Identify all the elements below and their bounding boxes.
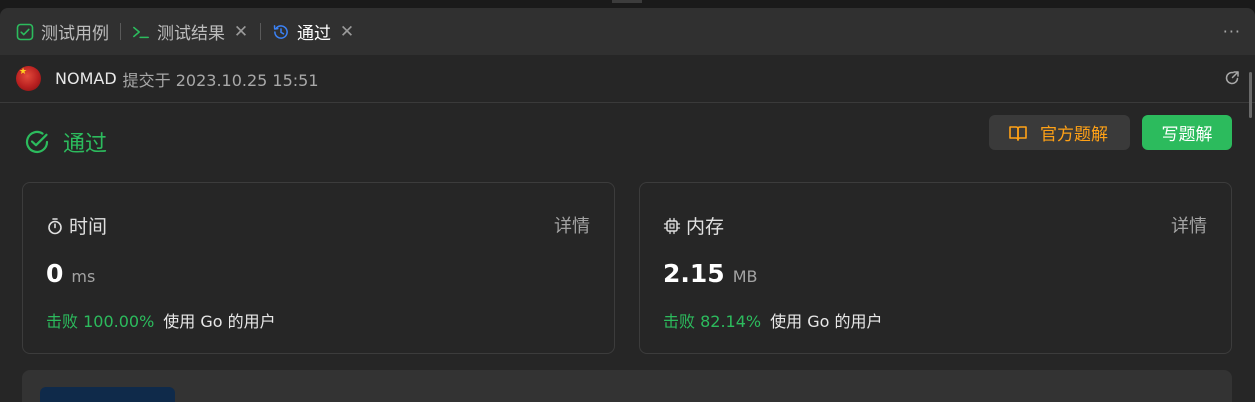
avatar[interactable] <box>16 66 41 91</box>
memory-card[interactable]: 内存 详情 2.15 MB 击败 82.14% 使用 Go 的用户 <box>639 182 1232 354</box>
runtime-card[interactable]: 时间 详情 0 ms 击败 100.00% 使用 Go 的用户 <box>22 182 615 354</box>
tab-label: 测试结果 <box>157 24 225 44</box>
code-section-card <box>22 370 1232 402</box>
runtime-title: 时间 <box>46 212 107 239</box>
terminal-icon <box>132 23 150 41</box>
memory-unit: MB <box>732 267 758 286</box>
submission-header: NOMAD 提交于 2023.10.25 15:51 <box>0 55 1255 103</box>
tab-separator <box>120 23 121 40</box>
close-icon[interactable]: ✕ <box>339 22 355 42</box>
tab-bar: 测试用例 测试结果 ✕ 通过 ✕ ··· <box>0 8 1255 55</box>
status-text: 通过 <box>63 132 108 157</box>
submission-time: 提交于 2023.10.25 15:51 <box>122 70 319 90</box>
tab-test-result[interactable]: 测试结果 ✕ <box>132 8 249 55</box>
chip-icon <box>663 217 681 235</box>
history-icon <box>272 23 290 41</box>
official-solution-button[interactable]: 官方题解 <box>989 115 1130 150</box>
tab-testcase[interactable]: 测试用例 <box>16 8 109 55</box>
checkbox-icon <box>16 23 34 41</box>
write-solution-label: 写题解 <box>1161 125 1213 145</box>
runtime-number: 0 <box>46 259 64 288</box>
memory-beat: 击败 82.14% 使用 Go 的用户 <box>663 308 882 332</box>
tab-separator <box>260 23 261 40</box>
runtime-detail-link[interactable]: 详情 <box>554 212 590 238</box>
scrollbar[interactable] <box>1249 72 1252 118</box>
memory-title: 内存 <box>663 212 724 239</box>
code-preview-thumbnail[interactable] <box>40 387 175 402</box>
tab-label: 测试用例 <box>41 24 109 44</box>
submission-user[interactable]: NOMAD <box>55 69 117 88</box>
external-link-icon[interactable] <box>1224 70 1240 86</box>
more-options-icon[interactable]: ··· <box>1223 22 1241 41</box>
runtime-value: 0 ms <box>46 259 95 288</box>
close-icon[interactable]: ✕ <box>233 22 249 42</box>
runtime-beat: 击败 100.00% 使用 Go 的用户 <box>46 308 276 332</box>
tab-accepted[interactable]: 通过 ✕ <box>272 8 355 55</box>
memory-value: 2.15 MB <box>663 259 757 288</box>
result-status: 通过 <box>24 126 107 158</box>
memory-detail-link[interactable]: 详情 <box>1171 212 1207 238</box>
check-circle-icon <box>24 129 50 155</box>
write-solution-button[interactable]: 写题解 <box>1142 115 1232 150</box>
memory-beat-percent: 击败 82.14% <box>663 312 762 331</box>
runtime-unit: ms <box>71 267 96 286</box>
runtime-beat-percent: 击败 100.00% <box>46 312 155 331</box>
runtime-beat-suffix: 使用 Go 的用户 <box>163 312 276 331</box>
memory-beat-suffix: 使用 Go 的用户 <box>770 312 883 331</box>
window-drag-handle <box>612 0 642 3</box>
tab-label: 通过 <box>297 24 331 44</box>
memory-number: 2.15 <box>663 259 725 288</box>
runtime-title-text: 时间 <box>69 216 108 238</box>
book-icon <box>1008 124 1028 142</box>
memory-title-text: 内存 <box>686 216 725 238</box>
official-solution-label: 官方题解 <box>1040 125 1108 145</box>
stopwatch-icon <box>46 217 64 235</box>
